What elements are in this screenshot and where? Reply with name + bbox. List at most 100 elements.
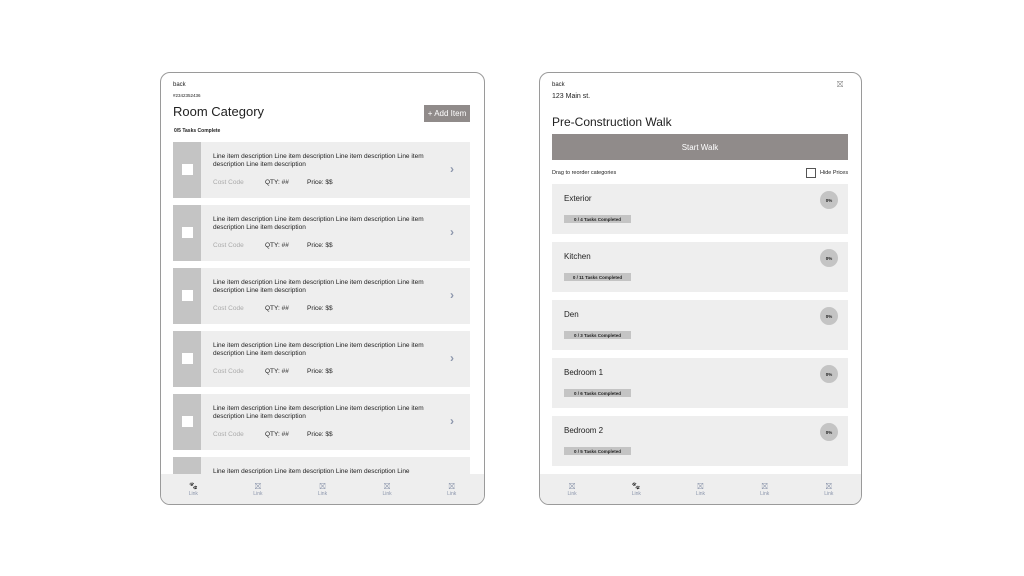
room-category-screen: back #2342352436 Room Category + Add Ite…: [160, 72, 485, 505]
address: 123 Main st.: [552, 93, 591, 100]
paw-icon: 🐾: [188, 482, 198, 490]
line-item[interactable]: Line item description Line item descript…: [173, 331, 470, 387]
nav-link[interactable]: 🐾 Link: [173, 482, 213, 497]
line-item[interactable]: Line item description Line item descript…: [173, 268, 470, 324]
gift-icon: ⛝: [761, 481, 768, 491]
gift-icon: ⛝: [569, 481, 576, 491]
project-id: #2342352436: [173, 93, 201, 98]
item-checkbox[interactable]: [182, 353, 193, 364]
tasks-badge: 0 / 3 Tasks Completed: [564, 331, 631, 339]
category-name: Exterior: [564, 194, 592, 203]
nav-link[interactable]: ⛝ Link: [745, 482, 785, 497]
chevron-right-icon[interactable]: ›: [450, 288, 454, 302]
chevron-right-icon[interactable]: ›: [450, 225, 454, 239]
progress-circle: 0%: [820, 249, 838, 267]
item-checkbox[interactable]: [182, 164, 193, 175]
category-card[interactable]: Den 0 / 3 Tasks Completed 0%: [552, 300, 848, 350]
item-description: Line item description Line item descript…: [213, 153, 424, 168]
quantity: QTY: ##: [265, 242, 289, 249]
cost-code: Cost Code: [213, 368, 244, 375]
quantity: QTY: ##: [265, 368, 289, 375]
nav-link[interactable]: ⛝ Link: [552, 482, 592, 497]
price: Price: $$: [307, 368, 333, 375]
nav-link[interactable]: ⛝ Link: [302, 482, 342, 497]
nav-link-label: Link: [382, 490, 392, 497]
quantity: QTY: ##: [265, 431, 289, 438]
quantity: QTY: ##: [265, 305, 289, 312]
progress-circle: 0%: [820, 423, 838, 441]
nav-link[interactable]: ⛝ Link: [680, 482, 720, 497]
price: Price: $$: [307, 242, 333, 249]
price: Price: $$: [307, 305, 333, 312]
cost-code: Cost Code: [213, 305, 244, 312]
tasks-badge: 0 / 4 Tasks Completed: [564, 215, 631, 223]
quantity: QTY: ##: [265, 179, 289, 186]
back-link[interactable]: back: [173, 82, 186, 88]
paw-icon: 🐾: [631, 482, 641, 490]
nav-link[interactable]: ⛝ Link: [432, 482, 472, 497]
nav-link[interactable]: 🐾 Link: [616, 482, 656, 497]
category-card[interactable]: Kitchen 0 / 11 Tasks Completed 0%: [552, 242, 848, 292]
category-card[interactable]: Bedroom 2 0 / 5 Tasks Completed 0%: [552, 416, 848, 466]
nav-link-label: Link: [695, 490, 706, 497]
price: Price: $$: [307, 431, 333, 438]
hide-prices-label: Hide Prices: [820, 170, 849, 176]
item-thumbnail: [173, 205, 201, 261]
add-item-button[interactable]: + Add Item: [424, 105, 470, 122]
item-description: Line item description Line item descript…: [213, 405, 424, 420]
tasks-complete: 0/5 Tasks Complete: [174, 128, 221, 134]
line-item[interactable]: Line item description Line item descript…: [173, 205, 470, 261]
item-description: Line item description Line item descript…: [213, 342, 424, 357]
page-title: Pre-Construction Walk: [552, 115, 672, 129]
category-name: Den: [564, 310, 579, 319]
category-name: Bedroom 1: [564, 368, 604, 377]
start-walk-button[interactable]: Start Walk: [552, 134, 848, 160]
category-card[interactable]: Bedroom 1 0 / 6 Tasks Completed 0%: [552, 358, 848, 408]
gift-icon: ⛝: [697, 481, 704, 491]
gift-icon: ⛝: [448, 481, 455, 491]
item-checkbox[interactable]: [182, 290, 193, 301]
category-card[interactable]: Exterior 0 / 4 Tasks Completed 0%: [552, 184, 848, 234]
cost-code: Cost Code: [213, 179, 244, 186]
line-item[interactable]: Line item description Line item descript…: [173, 394, 470, 450]
nav-link-label: Link: [317, 490, 328, 497]
price: Price: $$: [307, 179, 333, 186]
chevron-right-icon[interactable]: ›: [450, 414, 454, 428]
progress-circle: 0%: [820, 365, 838, 383]
cost-code: Cost Code: [213, 242, 244, 249]
gift-icon: ⛝: [825, 481, 832, 491]
nav-link-label: Link: [253, 490, 263, 497]
item-checkbox[interactable]: [182, 416, 193, 427]
back-link[interactable]: back: [552, 82, 565, 88]
nav-link-label: Link: [631, 490, 641, 497]
walk-screen: back ⛝ 123 Main st. Pre-Construction Wal…: [539, 72, 862, 505]
nav-link[interactable]: ⛝ Link: [367, 482, 407, 497]
item-description: Line item description Line item descript…: [213, 279, 424, 294]
category-name: Kitchen: [564, 252, 591, 261]
gift-icon: ⛝: [254, 481, 261, 491]
gift-icon: ⛝: [384, 481, 391, 491]
item-thumbnail: [173, 268, 201, 324]
item-thumbnail: [173, 142, 201, 198]
progress-circle: 0%: [820, 307, 838, 325]
item-description: Line item description Line item descript…: [213, 216, 424, 231]
line-item[interactable]: Line item description Line item descript…: [173, 142, 470, 198]
page-title: Room Category: [173, 104, 265, 119]
chevron-right-icon[interactable]: ›: [450, 351, 454, 365]
nav-link[interactable]: ⛝ Link: [238, 482, 278, 497]
hide-prices-checkbox[interactable]: [806, 168, 816, 178]
gift-icon: ⛝: [319, 481, 326, 491]
tasks-badge: 0 / 6 Tasks Completed: [564, 389, 631, 397]
nav-link[interactable]: ⛝ Link: [809, 482, 849, 497]
chevron-right-icon[interactable]: ›: [450, 162, 454, 176]
nav-link-label: Link: [567, 490, 577, 497]
cost-code: Cost Code: [213, 431, 244, 438]
tasks-badge: 0 / 5 Tasks Completed: [564, 447, 631, 455]
category-name: Bedroom 2: [564, 426, 604, 435]
nav-link-label: Link: [760, 490, 770, 497]
item-checkbox[interactable]: [182, 227, 193, 238]
nav-link-label: Link: [188, 490, 198, 497]
gift-icon[interactable]: ⛝: [837, 80, 843, 90]
bottom-nav: 🐾 Link ⛝ Link ⛝ Link ⛝ Link ⛝ Link: [161, 474, 484, 504]
nav-link-label: Link: [447, 490, 457, 497]
